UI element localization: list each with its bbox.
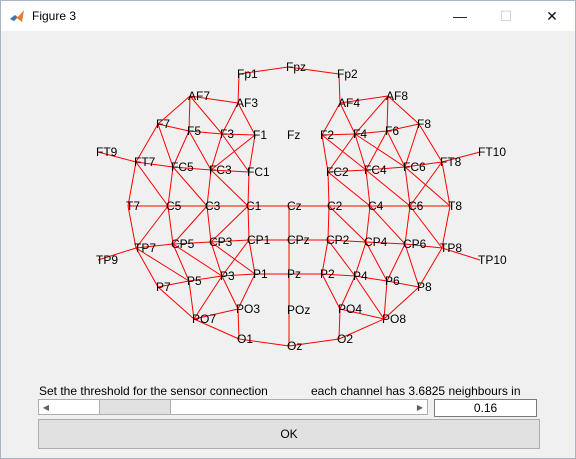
sensor-label-p3: P3: [220, 269, 235, 283]
sensor-label-af7: AF7: [188, 89, 210, 103]
figure-canvas: Fpz Fp1 Fp2 AF7 AF3 AF4 AF8 F7 F5 F3 F1 Fz F2 F4 F6 F8 F…: [1, 31, 575, 458]
sensor-label-fpz: Fpz: [286, 60, 306, 74]
slider-right-arrow-icon[interactable]: ▶: [413, 400, 427, 414]
sensor-label-f4: F4: [353, 127, 367, 141]
sensor-label-fc1: FC1: [247, 165, 270, 179]
sensor-label-ft8: FT8: [440, 155, 462, 169]
sensor-label-c5: C5: [166, 199, 182, 213]
sensor-label-fz: Fz: [287, 128, 300, 142]
sensor-label-p2: P2: [320, 267, 335, 281]
sensor-label-fp2: Fp2: [337, 67, 358, 81]
sensor-label-oz: Oz: [287, 339, 302, 353]
sensor-label-c4: C4: [368, 199, 384, 213]
sensor-label-tp7: TP7: [134, 241, 156, 255]
sensor-label-p7: P7: [156, 280, 171, 294]
sensor-label-o1: O1: [237, 332, 253, 346]
sensor-label-p8: P8: [417, 280, 432, 294]
sensor-label-c6: C6: [408, 199, 424, 213]
threshold-label: Set the threshold for the sensor connect…: [39, 384, 268, 398]
sensor-label-fc4: FC4: [364, 163, 387, 177]
sensor-label-cp3: CP3: [209, 235, 233, 249]
sensor-label-p4: P4: [353, 269, 368, 283]
sensor-layout-plot: Fpz Fp1 Fp2 AF7 AF3 AF4 AF8 F7 F5 F3 F1 Fz F2 F4 F6 F8 F…: [96, 60, 507, 353]
sensor-label-f3: F3: [220, 127, 234, 141]
sensor-label-fc3: FC3: [209, 163, 232, 177]
matlab-icon: [10, 10, 24, 22]
sensor-label-tp8: TP8: [440, 241, 462, 255]
sensor-label-p1: P1: [253, 267, 268, 281]
sensor-label-ft7: FT7: [134, 155, 156, 169]
sensor-label-f2: F2: [320, 128, 334, 142]
sensor-label-af8: AF8: [386, 89, 408, 103]
sensor-label-f7: F7: [156, 117, 170, 131]
sensor-label-cp2: CP2: [326, 233, 350, 247]
sensor-label-f8: F8: [417, 117, 431, 131]
sensor-label-c3: C3: [205, 199, 221, 213]
ok-button[interactable]: OK: [38, 419, 540, 449]
sensor-label-poz: POz: [287, 303, 310, 317]
sensor-label-cpz: CPz: [287, 233, 310, 247]
sensor-label-po8: PO8: [382, 312, 406, 326]
sensor-label-f5: F5: [187, 124, 201, 138]
minimize-button[interactable]: —: [437, 1, 483, 31]
slider-thumb[interactable]: [99, 400, 171, 414]
neighbour-count-text: each channel has 3.6825 neighbours in: [311, 384, 521, 398]
sensor-label-t7: T7: [126, 199, 140, 213]
sensor-label-fc2: FC2: [326, 165, 349, 179]
sensor-label-fc5: FC5: [171, 160, 194, 174]
sensor-label-ft10: FT10: [478, 145, 506, 159]
sensor-label-po3: PO3: [236, 302, 260, 316]
sensor-label-cp4: CP4: [364, 235, 388, 249]
sensor-label-p6: P6: [385, 274, 400, 288]
sensor-label-tp9: TP9: [96, 253, 118, 267]
sensor-label-cz: Cz: [287, 199, 302, 213]
maximize-button[interactable]: ☐: [483, 1, 529, 31]
sensor-label-c1: C1: [246, 199, 262, 213]
sensor-label-po4: PO4: [338, 302, 362, 316]
sensor-label-p5: P5: [187, 274, 202, 288]
sensor-label-tp10: TP10: [478, 253, 507, 267]
sensor-label-fp1: Fp1: [237, 67, 258, 81]
sensor-label-o2: O2: [337, 332, 353, 346]
sensor-label-pz: Pz: [287, 267, 301, 281]
sensor-label-cp6: CP6: [403, 237, 427, 251]
figure-window: Figure 3 — ☐ ✕ Fpz Fp1 Fp2 AF7 AF3 AF4 AF8 F7 F5…: [0, 0, 576, 459]
sensor-label-f6: F6: [385, 124, 399, 138]
sensor-label-po7: PO7: [192, 312, 216, 326]
sensor-label-cp1: CP1: [247, 233, 271, 247]
sensor-label-c2: C2: [327, 199, 343, 213]
sensor-label-af4: AF4: [338, 96, 360, 110]
title-bar[interactable]: Figure 3 — ☐ ✕: [1, 1, 575, 31]
sensor-label-f1: F1: [253, 128, 267, 142]
slider-left-arrow-icon[interactable]: ◀: [39, 400, 53, 414]
sensor-label-t8: T8: [448, 199, 462, 213]
threshold-value-field[interactable]: [434, 399, 537, 417]
window-title: Figure 3: [32, 9, 77, 23]
sensor-label-cp5: CP5: [171, 237, 195, 251]
close-button[interactable]: ✕: [529, 1, 575, 31]
sensor-label-fc6: FC6: [403, 160, 426, 174]
sensor-label-af3: AF3: [236, 96, 258, 110]
sensor-label-ft9: FT9: [96, 145, 118, 159]
threshold-slider[interactable]: ◀ ▶: [38, 399, 428, 415]
